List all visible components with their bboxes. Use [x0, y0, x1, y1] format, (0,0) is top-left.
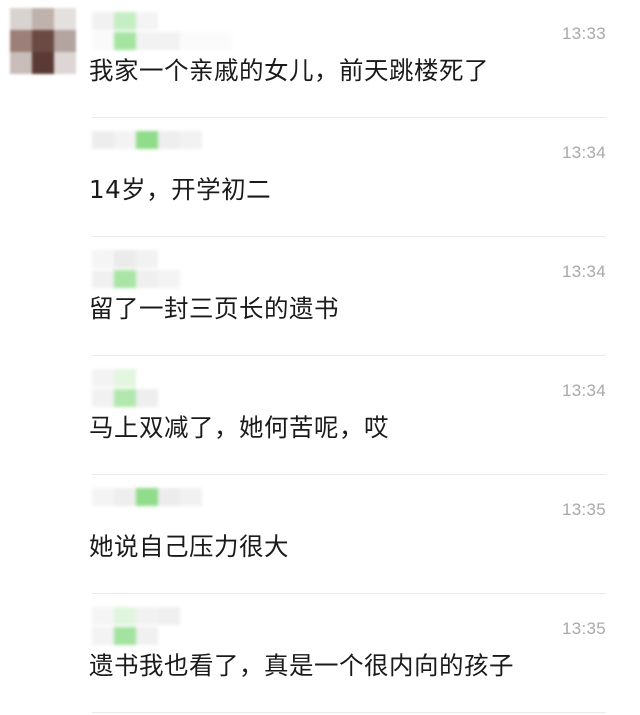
chat-message: 13:34 留了一封三页长的遗书: [0, 238, 640, 358]
timestamp: 13:34: [561, 143, 606, 162]
chat-message: 13:35 她说自己压力很大: [0, 476, 640, 596]
message-text[interactable]: 我家一个亲戚的女儿，前天跳楼死了: [89, 52, 489, 87]
divider: [92, 236, 606, 237]
divider: [92, 355, 606, 356]
sender-name-pixelated: [92, 12, 232, 52]
chat-message-list: 13:33 我家一个亲戚的女儿，前天跳楼死了 13:34 14岁，开学初二 13…: [0, 0, 640, 715]
chat-message: 13:34 14岁，开学初二: [0, 119, 640, 239]
divider: [92, 593, 606, 594]
sender-name-pixelated: [92, 488, 232, 528]
message-text[interactable]: 14岁，开学初二: [89, 171, 271, 206]
sender-name-pixelated: [92, 250, 232, 290]
avatar[interactable]: [10, 8, 76, 74]
timestamp: 13:34: [561, 381, 606, 400]
sender-name-pixelated: [92, 607, 232, 647]
divider: [92, 712, 606, 713]
chat-message: 13:34 马上双减了，她何苦呢，哎: [0, 357, 640, 477]
message-text[interactable]: 马上双减了，她何苦呢，哎: [89, 409, 389, 444]
chat-message: 13:33 我家一个亲戚的女儿，前天跳楼死了: [0, 0, 640, 120]
sender-name-pixelated: [92, 369, 232, 409]
timestamp: 13:33: [561, 24, 606, 43]
timestamp: 13:35: [561, 619, 606, 638]
message-text[interactable]: 遗书我也看了，真是一个很内向的孩子: [89, 647, 514, 682]
message-text[interactable]: 她说自己压力很大: [89, 528, 289, 563]
message-text[interactable]: 留了一封三页长的遗书: [89, 290, 339, 325]
divider: [92, 117, 606, 118]
sender-name-pixelated: [92, 131, 232, 171]
timestamp: 13:35: [561, 500, 606, 519]
timestamp: 13:34: [561, 262, 606, 281]
chat-message: 13:35 遗书我也看了，真是一个很内向的孩子: [0, 595, 640, 715]
divider: [92, 474, 606, 475]
